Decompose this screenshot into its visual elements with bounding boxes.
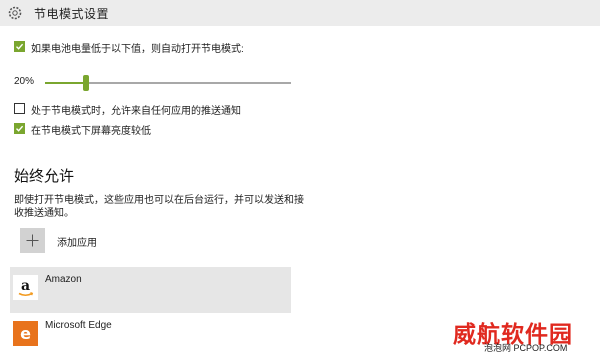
- page-title: 节电模式设置: [34, 7, 110, 21]
- svg-text:e: e: [20, 324, 31, 343]
- slider-thumb[interactable]: [83, 75, 90, 91]
- plus-icon: [26, 234, 39, 247]
- checkmark-icon: [16, 43, 24, 50]
- lower-brightness-label: 在节电模式下屏幕亮度较低: [31, 126, 151, 137]
- section-description: 即使打开节电模式，这些应用也可以在后台运行，并可以发送和接收推送通知。: [14, 195, 304, 219]
- edge-icon: e: [13, 321, 38, 346]
- allow-push-label: 处于节电模式时，允许来自任何应用的推送通知: [31, 106, 241, 117]
- amazon-icon: a: [13, 275, 38, 300]
- checkmark-icon: [16, 125, 24, 132]
- app-name: Microsoft Edge: [45, 320, 112, 331]
- header-bar: 节电模式设置: [0, 0, 600, 26]
- allow-push-checkbox[interactable]: [14, 103, 25, 114]
- svg-text:a: a: [21, 278, 30, 294]
- auto-enable-label: 如果电池电量低于以下值，则自动打开节电模式:: [31, 44, 244, 55]
- add-app-button[interactable]: [20, 228, 45, 253]
- add-app-label[interactable]: 添加应用: [57, 234, 97, 249]
- app-list-item-edge[interactable]: e Microsoft Edge: [10, 313, 291, 359]
- slider-fill: [45, 82, 87, 84]
- threshold-slider[interactable]: [45, 75, 291, 91]
- lower-brightness-checkbox[interactable]: [14, 123, 25, 134]
- auto-enable-checkbox[interactable]: [14, 41, 25, 52]
- app-name: Amazon: [45, 274, 82, 285]
- threshold-value: 20%: [14, 76, 35, 87]
- gear-icon: [6, 4, 24, 22]
- watermark-caption: 泡泡网 PCPOP.COM: [484, 343, 568, 353]
- section-title: 始终允许: [14, 168, 75, 185]
- app-list-item-amazon[interactable]: a Amazon: [10, 267, 291, 313]
